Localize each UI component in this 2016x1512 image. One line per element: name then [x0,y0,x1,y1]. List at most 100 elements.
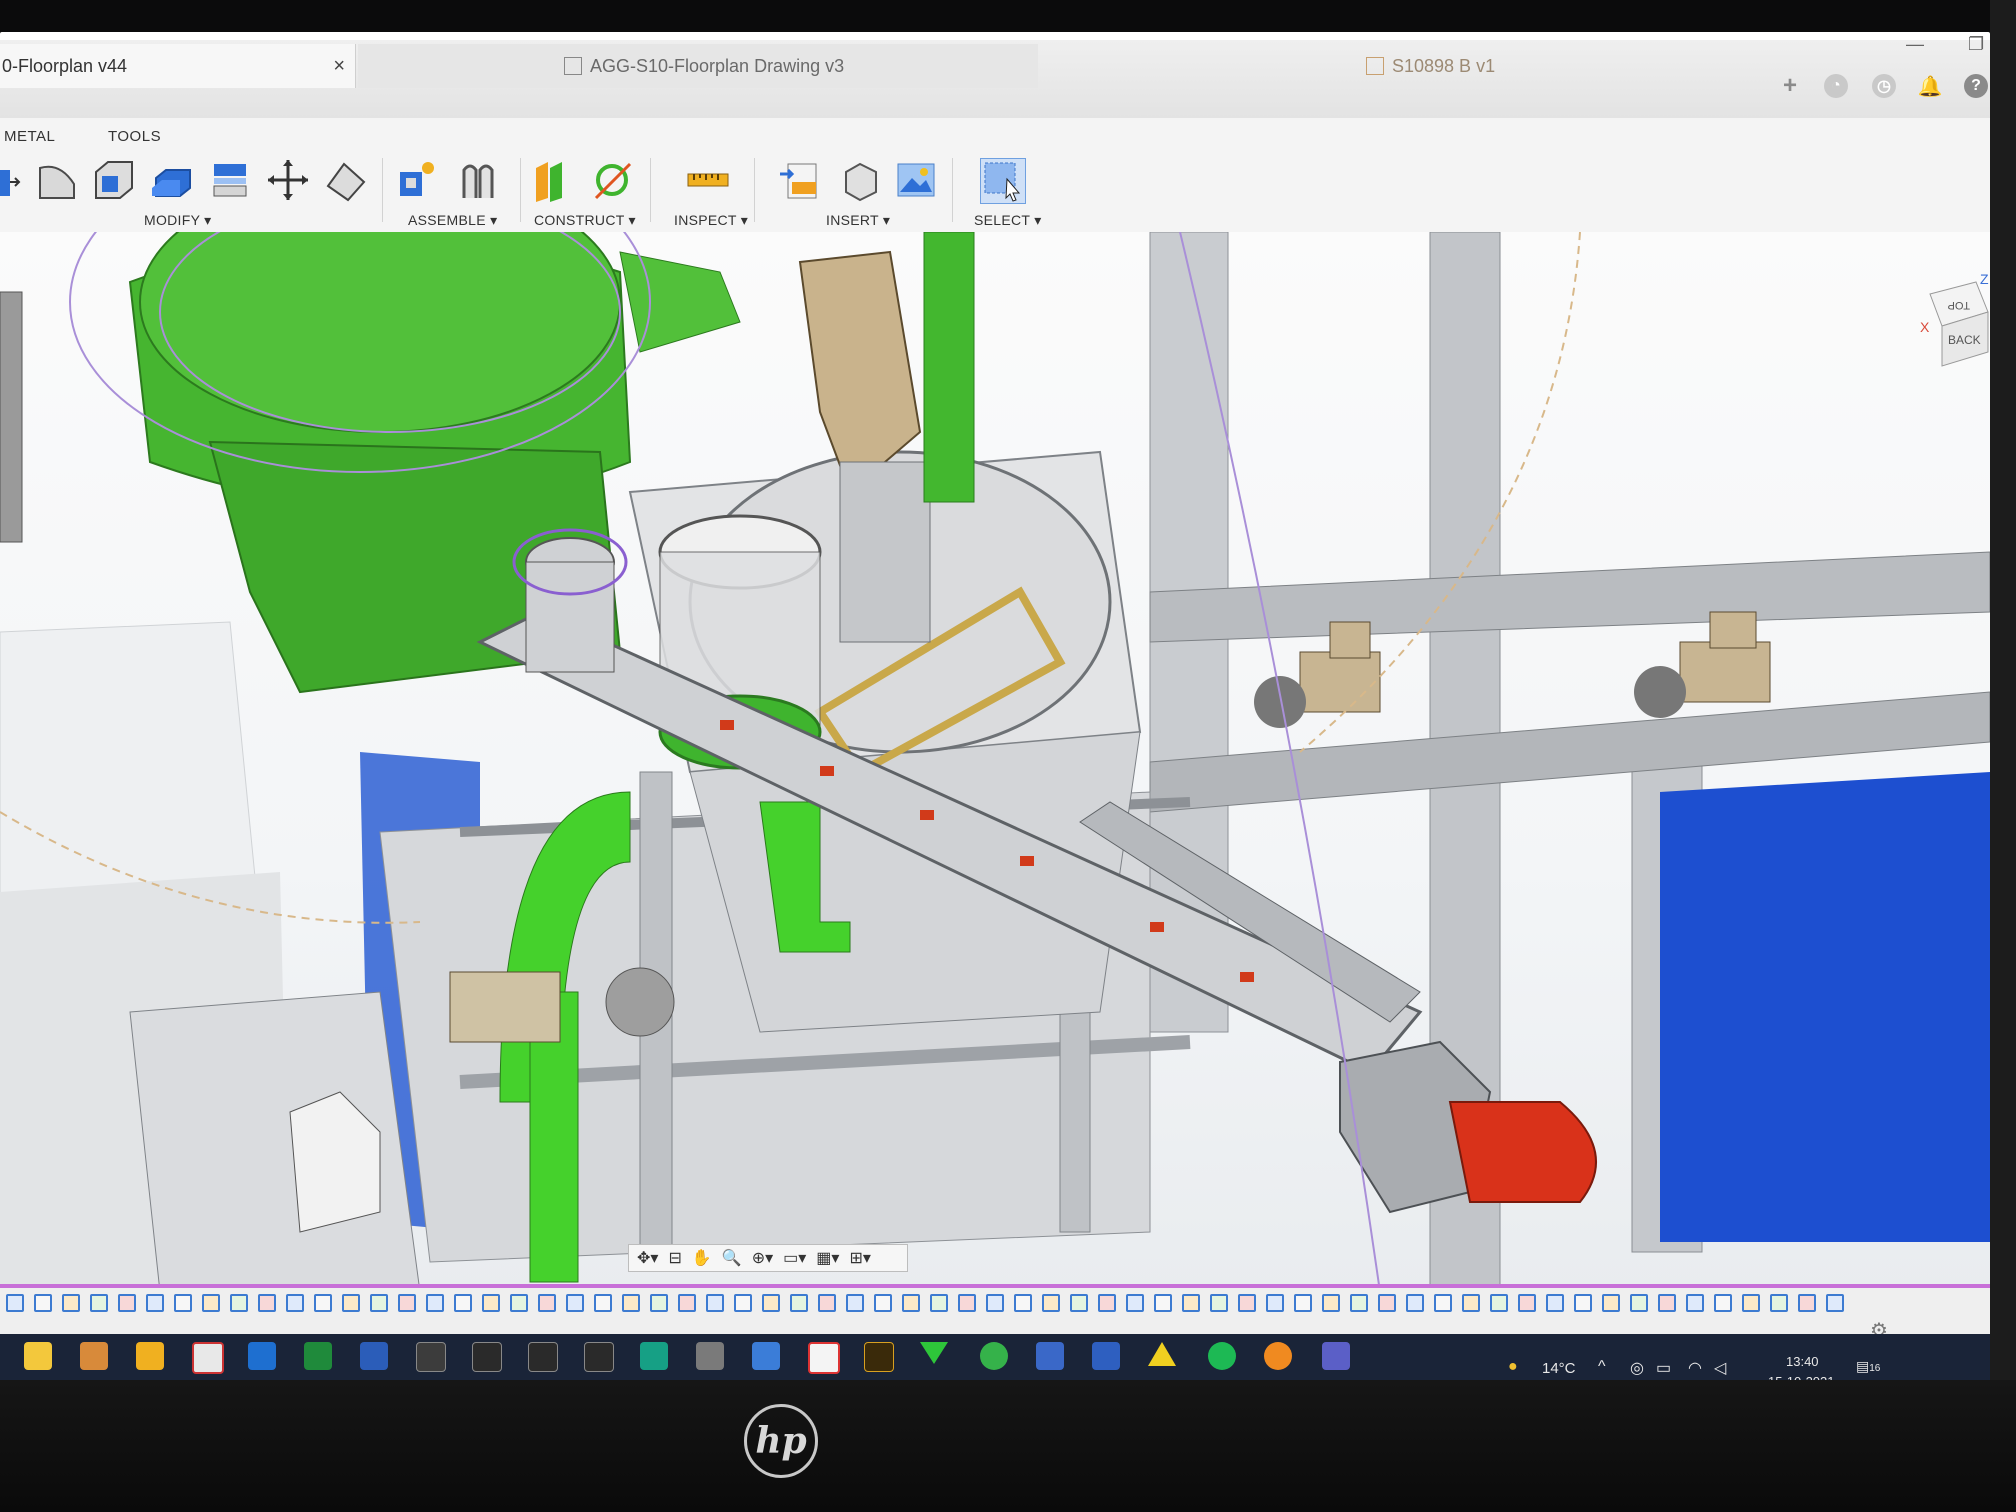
timeline-feature[interactable] [118,1294,136,1312]
align-icon[interactable] [324,158,368,202]
app-orange-icon[interactable] [1264,1342,1292,1370]
insert-svg-icon[interactable] [778,158,822,202]
timeline-feature[interactable] [958,1294,976,1312]
timeline-feature[interactable] [1182,1294,1200,1312]
canvas-image-icon[interactable] [894,158,938,202]
timeline-feature[interactable] [622,1294,640,1312]
minimize-icon[interactable]: — [1906,34,1924,55]
timeline-feature[interactable] [510,1294,528,1312]
app-green-circles-icon[interactable] [980,1342,1008,1370]
fillet-icon[interactable] [36,158,80,202]
app-z-icon[interactable] [864,1342,894,1372]
timeline-feature[interactable] [314,1294,332,1312]
timeline-feature[interactable] [426,1294,444,1312]
display-settings-icon[interactable]: ▭▾ [783,1248,806,1268]
timeline-feature[interactable] [1518,1294,1536,1312]
extensions-icon[interactable]: ◔ [1824,74,1848,98]
timeline-feature[interactable] [1378,1294,1396,1312]
timeline-feature[interactable] [174,1294,192,1312]
timeline-feature[interactable] [1126,1294,1144,1312]
workspace-tab-metal[interactable]: METAL [4,128,55,145]
app-terminal-icon[interactable] [416,1342,446,1372]
timeline-feature[interactable] [930,1294,948,1312]
close-tab-icon[interactable]: × [333,55,345,78]
timeline-feature[interactable] [734,1294,752,1312]
weather-temperature[interactable]: 14°C [1542,1360,1576,1377]
timeline-feature[interactable] [1546,1294,1564,1312]
move-copy-icon[interactable] [266,158,310,202]
timeline-feature[interactable] [986,1294,1004,1312]
timeline-feature[interactable] [454,1294,472,1312]
acrobat-icon[interactable] [192,1342,224,1374]
3d-model-viewport[interactable] [0,232,1990,1292]
spotify-icon[interactable] [1208,1342,1236,1370]
timeline-feature[interactable] [790,1294,808,1312]
offset-plane-icon[interactable] [532,158,576,202]
timeline-feature[interactable] [1042,1294,1060,1312]
timeline-feature[interactable] [1462,1294,1480,1312]
timeline-feature[interactable] [1630,1294,1648,1312]
timeline-feature[interactable] [1014,1294,1032,1312]
teams-icon[interactable] [1322,1342,1350,1370]
assemble-menu[interactable]: ASSEMBLE ▾ [408,212,497,229]
help-icon[interactable]: ? [1964,74,1988,98]
app-yellow-triangle-icon[interactable] [1148,1342,1176,1366]
app-triangle-icon[interactable] [920,1342,948,1364]
tab-floorplan-drawing[interactable]: AGG-S10-Floorplan Drawing v3 [358,44,1038,88]
orbit-icon[interactable]: ✥▾ [637,1248,658,1268]
select-arrow-icon[interactable] [980,158,1026,204]
viewports-icon[interactable]: ⊞▾ [849,1248,870,1268]
joint-icon[interactable] [456,158,500,202]
timeline-feature[interactable] [1658,1294,1676,1312]
timeline-feature[interactable] [1826,1294,1844,1312]
timeline-feature[interactable] [650,1294,668,1312]
fit-icon[interactable]: ⊕▾ [752,1248,773,1268]
timeline-feature[interactable] [1294,1294,1312,1312]
pan-icon[interactable]: ✋ [692,1248,712,1268]
modify-menu[interactable]: MODIFY ▾ [144,212,212,229]
timeline-feature[interactable] [1266,1294,1284,1312]
timeline-feature[interactable] [230,1294,248,1312]
word-icon[interactable] [360,1342,388,1370]
timeline-feature[interactable] [1098,1294,1116,1312]
insert-menu[interactable]: INSERT ▾ [826,212,890,229]
wifi-icon[interactable]: ◠ [1688,1358,1702,1378]
app-red-ring-icon[interactable] [808,1342,840,1374]
measure-icon[interactable] [686,158,730,202]
timeline-feature[interactable] [1350,1294,1368,1312]
timeline-feature[interactable] [706,1294,724,1312]
new-tab-plus-icon[interactable]: + [1778,72,1802,99]
battery-icon[interactable]: ▭ [1656,1358,1671,1378]
job-status-icon[interactable]: ◷ [1872,74,1896,98]
timeline-feature[interactable] [1770,1294,1788,1312]
split-body-icon[interactable] [208,158,252,202]
construct-menu[interactable]: CONSTRUCT ▾ [534,212,636,229]
inspect-menu[interactable]: INSPECT ▾ [674,212,748,229]
app-f-icon[interactable] [136,1342,164,1370]
file-explorer-icon[interactable] [24,1342,52,1370]
timeline-feature[interactable] [1434,1294,1452,1312]
timeline-feature[interactable] [90,1294,108,1312]
timeline-feature[interactable] [202,1294,220,1312]
timeline-feature[interactable] [1322,1294,1340,1312]
axis-through-icon[interactable] [590,158,634,202]
timeline-feature[interactable] [818,1294,836,1312]
timeline-feature[interactable] [1686,1294,1704,1312]
tray-chevron-icon[interactable]: ^ [1598,1358,1606,1376]
timeline-feature-list[interactable] [0,1294,1860,1316]
notifications-bell-icon[interactable]: 🔔 [1918,74,1943,98]
timeline-feature[interactable] [902,1294,920,1312]
new-component-icon[interactable] [396,158,440,202]
clock-time[interactable]: 13:40 [1786,1354,1819,1369]
timeline-feature[interactable] [1714,1294,1732,1312]
combine-icon[interactable] [150,158,194,202]
timeline-feature[interactable] [286,1294,304,1312]
volume-icon[interactable]: ◁ [1714,1358,1726,1378]
timeline-feature[interactable] [594,1294,612,1312]
timeline-feature[interactable] [342,1294,360,1312]
tray-meeting-icon[interactable]: ◎ [1630,1358,1644,1378]
timeline-feature[interactable] [34,1294,52,1312]
timeline-feature[interactable] [1238,1294,1256,1312]
zoom-icon[interactable]: 🔍 [722,1248,742,1268]
timeline-feature[interactable] [146,1294,164,1312]
